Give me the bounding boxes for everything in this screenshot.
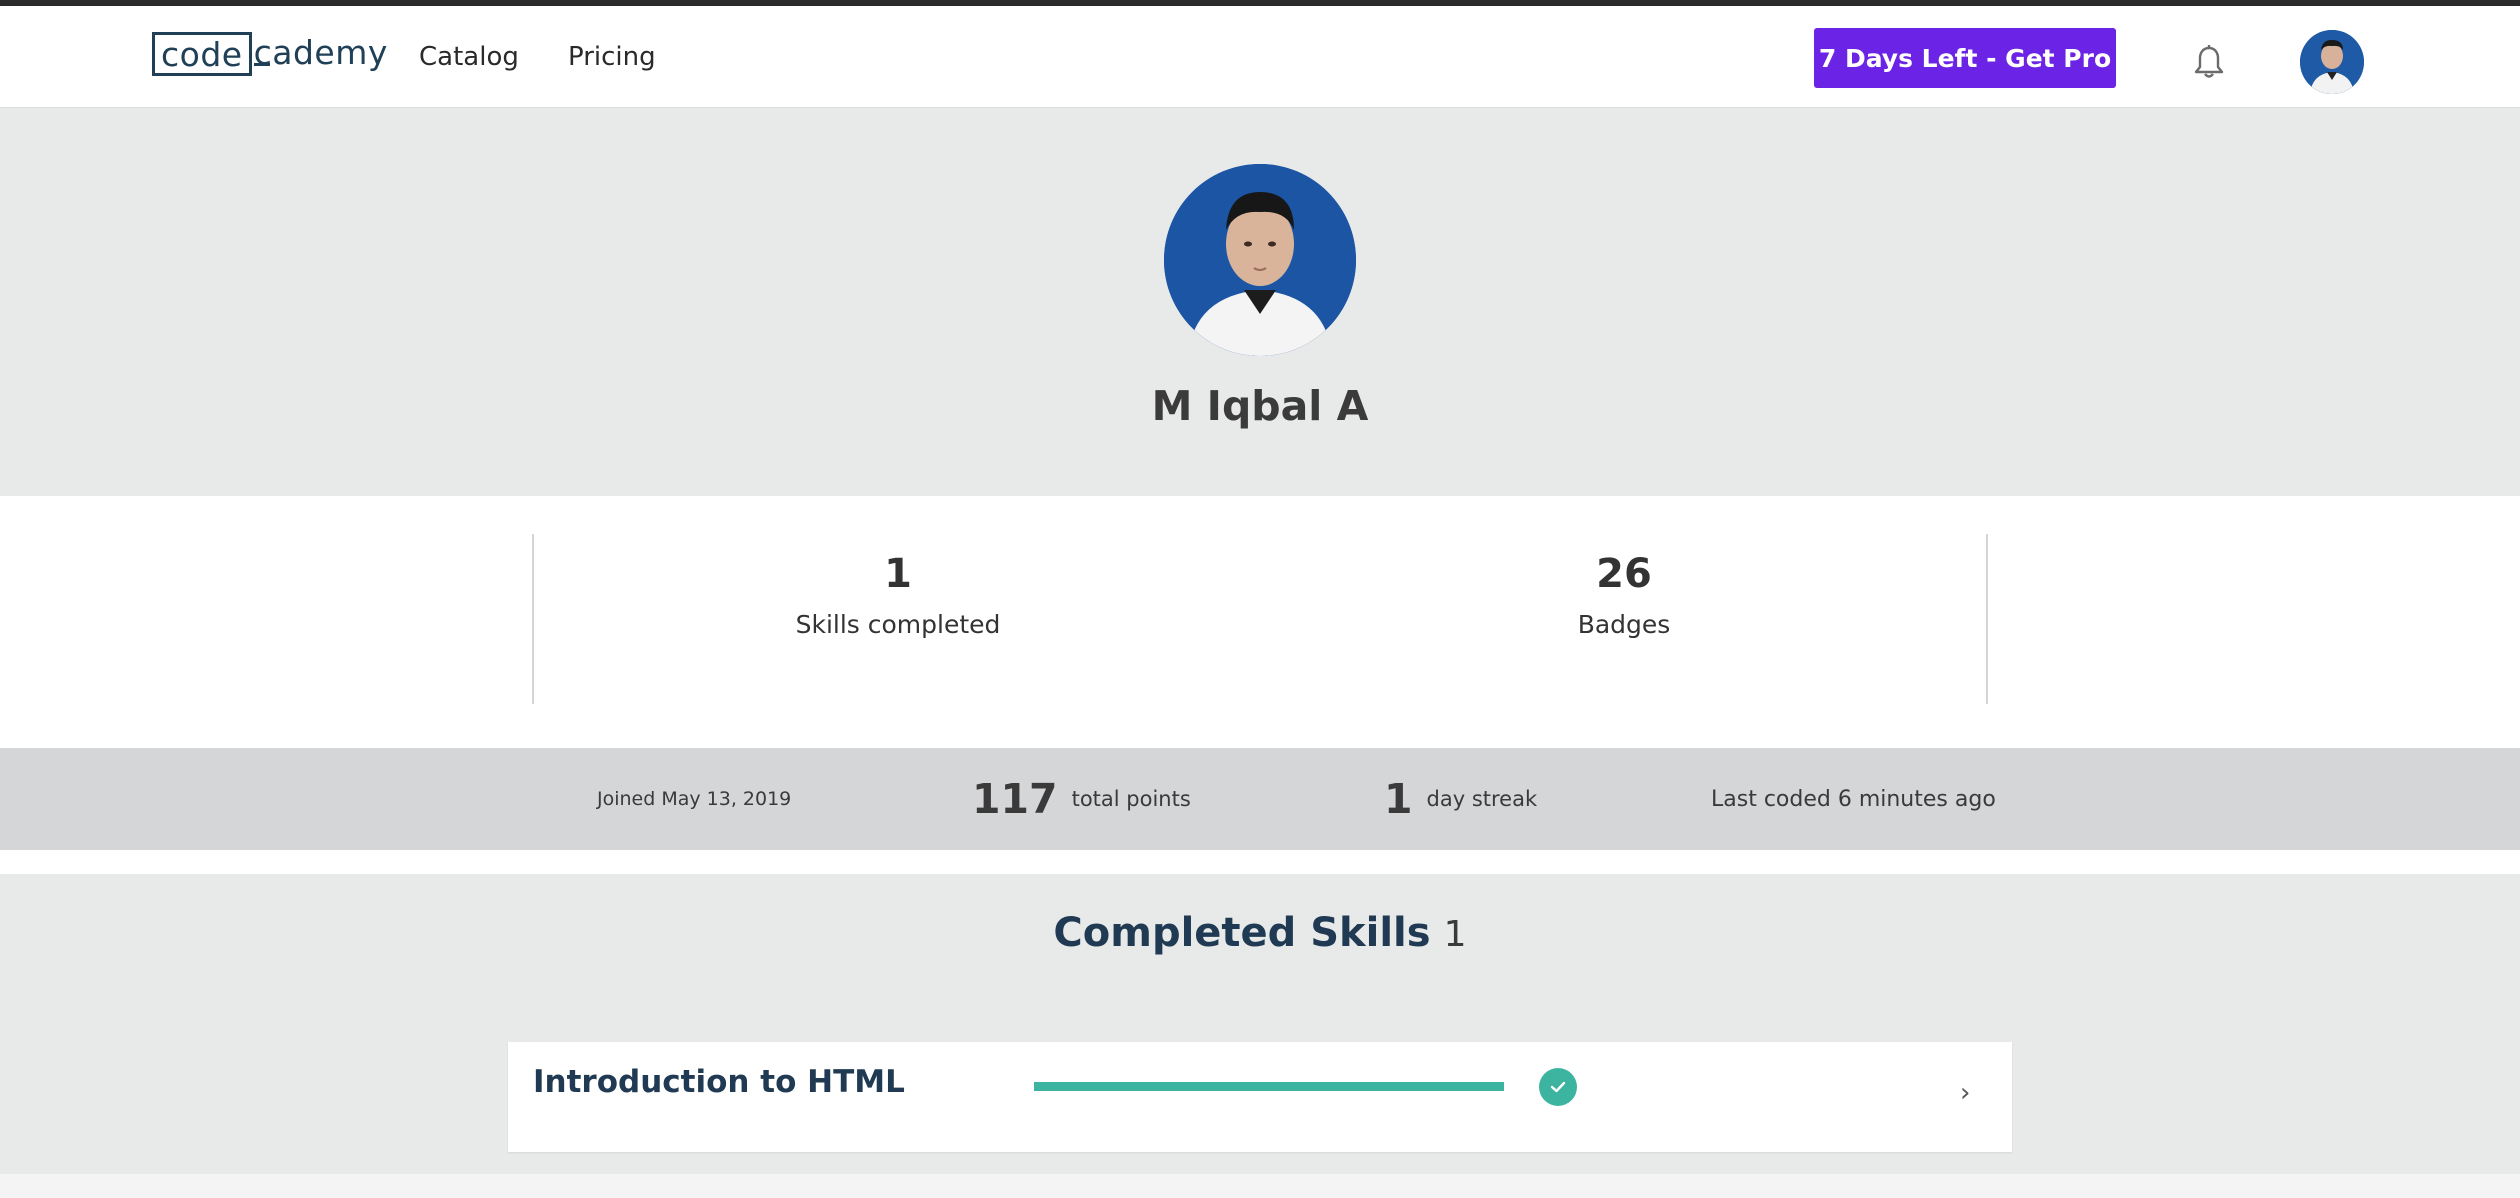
codecademy-logo[interactable]: code cademy bbox=[152, 31, 388, 77]
get-pro-button[interactable]: 7 Days Left - Get Pro bbox=[1814, 28, 2116, 88]
nav-pricing-link[interactable]: Pricing bbox=[568, 42, 656, 72]
skills-completed-value: 1 bbox=[884, 551, 912, 597]
total-points-value: 117 bbox=[972, 775, 1058, 823]
completed-skills-count: 1 bbox=[1443, 914, 1467, 955]
skill-name: Introduction to HTML bbox=[533, 1064, 905, 1100]
badges-stat[interactable]: 26 Badges bbox=[1424, 548, 1824, 639]
profile-name: M Iqbal A bbox=[1151, 382, 1369, 430]
completed-skills-section: Completed Skills 1 Introduction to HTML … bbox=[0, 874, 2520, 1174]
page-bottom-edge bbox=[0, 1174, 2520, 1198]
logo-rest-part: cademy bbox=[253, 33, 388, 75]
chevron-right-icon[interactable]: › bbox=[1960, 1078, 1970, 1108]
skills-completed-label: Skills completed bbox=[795, 610, 1001, 639]
total-points: 117 total points bbox=[972, 748, 1191, 850]
stats-section: 1 Skills completed 26 Badges bbox=[0, 496, 2520, 748]
day-streak: 1 day streak bbox=[1384, 748, 1537, 850]
nav-catalog-link[interactable]: Catalog bbox=[419, 42, 519, 72]
skill-progress-fill bbox=[1034, 1082, 1504, 1091]
total-points-label: total points bbox=[1071, 787, 1191, 811]
streak-label: day streak bbox=[1426, 787, 1538, 811]
bell-icon[interactable] bbox=[2192, 44, 2226, 80]
skill-progress-bar bbox=[1034, 1082, 1504, 1091]
completed-skills-heading: Completed Skills 1 bbox=[0, 910, 2520, 956]
skill-card[interactable]: Introduction to HTML › bbox=[508, 1042, 2012, 1152]
badges-label: Badges bbox=[1577, 610, 1671, 639]
joined-date: Joined May 13, 2019 bbox=[597, 788, 792, 810]
last-coded: Last coded 6 minutes ago bbox=[1711, 786, 1996, 812]
completed-skills-title: Completed Skills bbox=[1053, 910, 1431, 956]
stats-box: 1 Skills completed 26 Badges bbox=[532, 534, 1988, 704]
profile-avatar bbox=[1164, 164, 1356, 356]
profile-header: M Iqbal A bbox=[0, 108, 2520, 496]
check-icon bbox=[1539, 1068, 1577, 1106]
badges-value: 26 bbox=[1596, 551, 1652, 597]
skills-completed-stat: 1 Skills completed bbox=[698, 548, 1098, 639]
top-navbar: code cademy Catalog Pricing 7 Days Left … bbox=[0, 6, 2520, 108]
streak-value: 1 bbox=[1384, 775, 1413, 823]
profile-meta-bar: Joined May 13, 2019 117 total points 1 d… bbox=[0, 748, 2520, 850]
user-avatar[interactable] bbox=[2300, 30, 2364, 94]
logo-code-part: code bbox=[152, 32, 252, 76]
